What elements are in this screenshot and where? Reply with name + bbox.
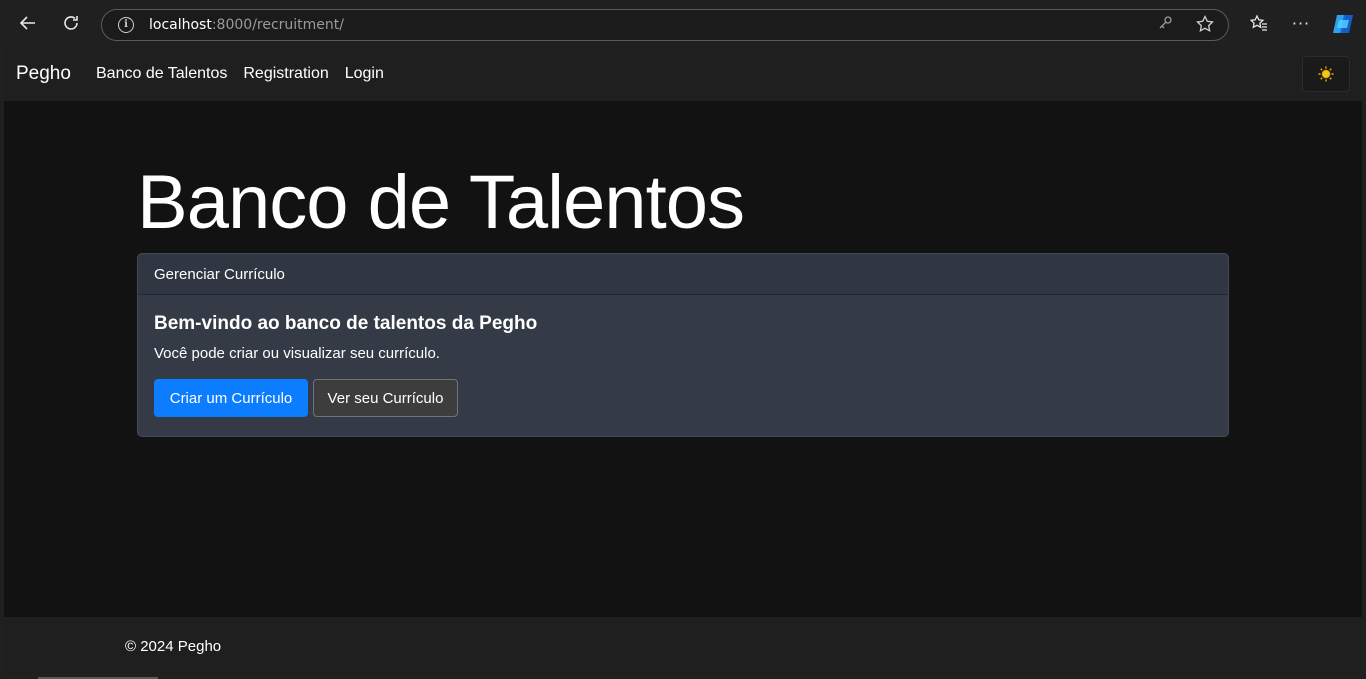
resume-card: Gerenciar Currículo Bem-vindo ao banco d… (137, 253, 1229, 437)
card-body: Bem-vindo ao banco de talentos da Pegho … (138, 295, 1228, 435)
reload-icon (64, 16, 78, 30)
create-resume-button[interactable]: Criar um Currículo (154, 379, 308, 417)
sun-icon (1318, 66, 1334, 82)
copilot-icon[interactable] (1331, 12, 1355, 36)
site-info-icon[interactable]: i (118, 17, 134, 33)
browser-toolbar: i localhost:8000/recruitment/ ··· (0, 0, 1366, 46)
favorites-button[interactable] (1244, 8, 1274, 38)
favorites-icon (1250, 14, 1267, 31)
card-header: Gerenciar Currículo (138, 254, 1228, 295)
bottom-strip (0, 674, 1366, 679)
view-resume-button[interactable]: Ver seu Currículo (313, 379, 458, 417)
back-arrow-icon (19, 16, 35, 30)
navbar: Pegho Banco de Talentos Registration Log… (4, 46, 1362, 101)
navbar-brand[interactable]: Pegho (16, 63, 71, 85)
theme-toggle-button[interactable] (1302, 56, 1350, 92)
key-icon[interactable] (1154, 15, 1176, 37)
nav-link-registration[interactable]: Registration (243, 65, 328, 83)
footer: © 2024 Pegho (4, 617, 1362, 674)
favorite-star-icon[interactable] (1194, 14, 1216, 37)
url-text[interactable]: localhost:8000/recruitment/ (149, 17, 344, 33)
button-row: Criar um Currículo Ver seu Currículo (154, 379, 1212, 417)
card-text: Você pode criar ou visualizar seu curríc… (154, 345, 440, 362)
back-button[interactable] (13, 8, 43, 38)
nav-link-login[interactable]: Login (345, 65, 384, 83)
nav-link-banco-de-talentos[interactable]: Banco de Talentos (96, 65, 227, 83)
page-viewport: Pegho Banco de Talentos Registration Log… (4, 46, 1362, 674)
page-title: Banco de Talentos (137, 160, 745, 245)
nav-links: Banco de Talentos Registration Login (96, 65, 384, 83)
footer-copyright: © 2024 Pegho (125, 638, 222, 655)
card-title: Bem-vindo ao banco de talentos da Pegho (154, 313, 538, 334)
reload-button[interactable] (56, 8, 86, 38)
ellipsis-icon: ··· (1291, 13, 1311, 33)
address-bar[interactable]: i localhost:8000/recruitment/ (101, 9, 1229, 41)
more-menu-button[interactable]: ··· (1286, 8, 1316, 38)
